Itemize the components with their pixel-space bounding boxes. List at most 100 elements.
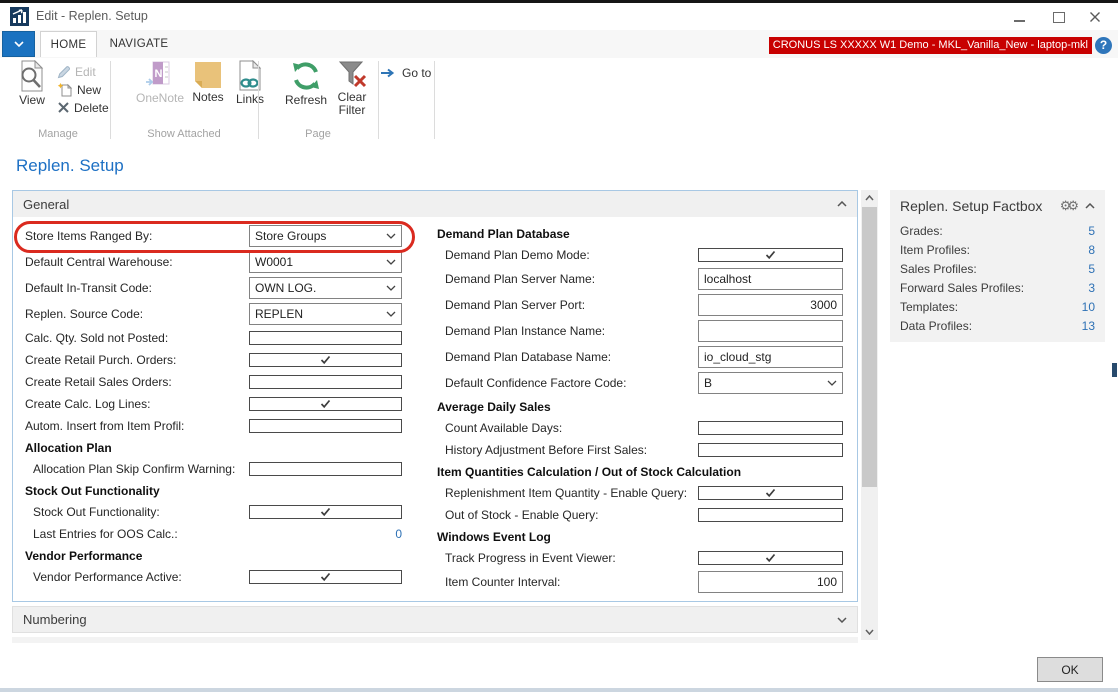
checkbox-track-progress-in-event-viewer[interactable] bbox=[698, 551, 843, 565]
field-row-allocation-plan-skip-confirm-warning: Allocation Plan Skip Confirm Warning: bbox=[25, 458, 417, 480]
delete-button[interactable]: Delete bbox=[57, 99, 109, 116]
notes-button[interactable]: Notes bbox=[188, 60, 228, 104]
scrollbar-thumb[interactable] bbox=[862, 207, 877, 487]
textbox-demand-plan-server-name[interactable]: localhost bbox=[698, 268, 843, 290]
delete-button-label: Delete bbox=[74, 101, 109, 115]
field-row-default-in-transit-code: Default In-Transit Code: OWN LOG. bbox=[25, 275, 417, 301]
links-button-label: Links bbox=[236, 93, 264, 106]
links-button[interactable]: Links bbox=[232, 60, 268, 106]
help-button[interactable]: ? bbox=[1095, 37, 1112, 54]
dropdown-default-confidence-factore-code[interactable]: B bbox=[698, 372, 843, 394]
scrollbar-up-arrow[interactable] bbox=[861, 190, 878, 206]
checkbox-vendor-performance-active[interactable] bbox=[249, 570, 402, 584]
general-right-column: Demand Plan DatabaseDemand Plan Demo Mod… bbox=[437, 223, 845, 595]
checkbox-replenishment-item-quantity-enable-query[interactable] bbox=[698, 486, 843, 500]
field-label-allocation-plan-skip-confirm-warning: Allocation Plan Skip Confirm Warning: bbox=[25, 462, 235, 476]
tab-navigate[interactable]: NAVIGATE bbox=[100, 31, 178, 57]
dropdown-replen-source-code[interactable]: REPLEN bbox=[249, 303, 402, 325]
field-label-default-in-transit-code: Default In-Transit Code: bbox=[25, 281, 152, 295]
general-section-header[interactable]: General bbox=[13, 191, 857, 217]
ribbon-separator bbox=[378, 61, 379, 139]
checkbox-stock-out-functionality[interactable] bbox=[249, 505, 402, 519]
checkbox-calc-qty-sold-not-posted[interactable] bbox=[249, 331, 402, 345]
clear-filter-button[interactable]: Clear Filter bbox=[330, 60, 374, 117]
factbox-value-item-profiles[interactable]: 8 bbox=[1088, 243, 1095, 257]
checkmark-icon bbox=[320, 572, 331, 582]
edit-button[interactable]: Edit bbox=[57, 63, 96, 80]
checkbox-count-available-days[interactable] bbox=[698, 421, 843, 435]
field-row-demand-plan-database: Demand Plan Database bbox=[437, 223, 845, 244]
dropdown-default-in-transit-code[interactable]: OWN LOG. bbox=[249, 277, 402, 299]
maximize-button[interactable] bbox=[1044, 5, 1074, 29]
close-button[interactable] bbox=[1080, 5, 1110, 29]
value-link-last-entries-for-oos-calc[interactable]: 0 bbox=[249, 527, 402, 541]
minimize-button[interactable] bbox=[1004, 5, 1034, 29]
chevron-down-icon bbox=[14, 41, 24, 47]
field-label-create-calc-log-lines: Create Calc. Log Lines: bbox=[25, 397, 150, 411]
field-row-demand-plan-demo-mode: Demand Plan Demo Mode: bbox=[437, 244, 845, 266]
onenote-button[interactable]: N OneNote bbox=[134, 60, 186, 105]
field-row-count-available-days: Count Available Days: bbox=[437, 417, 845, 439]
chevron-up-icon[interactable] bbox=[1085, 203, 1095, 209]
field-row-average-daily-sales: Average Daily Sales bbox=[437, 396, 845, 417]
scrollbar-down-arrow[interactable] bbox=[861, 624, 878, 640]
checkmark-icon bbox=[320, 507, 331, 517]
chevron-up-icon bbox=[837, 201, 847, 207]
field-label-item-counter-interval: Item Counter Interval: bbox=[437, 575, 560, 589]
group-header-item-quantities-calculation-out-of-stock-calculation: Item Quantities Calculation / Out of Sto… bbox=[437, 465, 741, 479]
view-button[interactable]: View bbox=[10, 60, 54, 107]
checkbox-create-retail-purch-orders[interactable] bbox=[249, 353, 402, 367]
ok-button[interactable]: OK bbox=[1037, 657, 1103, 682]
textbox-value: 3000 bbox=[810, 298, 837, 312]
field-label-vendor-performance-active: Vendor Performance Active: bbox=[25, 570, 182, 584]
field-label-replen-source-code: Replen. Source Code: bbox=[25, 307, 143, 321]
field-row-stock-out-functionality: Stock Out Functionality: bbox=[25, 501, 417, 523]
field-row-out-of-stock-enable-query: Out of Stock - Enable Query: bbox=[437, 504, 845, 526]
field-row-replen-source-code: Replen. Source Code: REPLEN bbox=[25, 301, 417, 327]
factbox-value-data-profiles[interactable]: 13 bbox=[1082, 319, 1095, 333]
maximize-icon bbox=[1053, 12, 1065, 23]
factbox-label-data-profiles: Data Profiles: bbox=[900, 319, 1082, 333]
refresh-button[interactable]: Refresh bbox=[284, 60, 328, 107]
factbox-rows: Grades:5Item Profiles:8Sales Profiles:5F… bbox=[890, 221, 1105, 335]
checkbox-create-calc-log-lines[interactable] bbox=[249, 397, 402, 411]
field-label-calc-qty-sold-not-posted: Calc. Qty. Sold not Posted: bbox=[25, 331, 168, 345]
factbox-row-forward-sales-profiles: Forward Sales Profiles:3 bbox=[890, 278, 1105, 297]
factbox-value-templates[interactable]: 10 bbox=[1082, 300, 1095, 314]
window-bottom-border bbox=[0, 688, 1118, 692]
field-row-create-calc-log-lines: Create Calc. Log Lines: bbox=[25, 393, 417, 415]
gears-icon[interactable]: ⚙⚙ bbox=[1060, 198, 1075, 214]
checkbox-demand-plan-demo-mode[interactable] bbox=[698, 248, 843, 262]
onenote-icon: N bbox=[145, 60, 175, 90]
dropdown-default-central-warehouse[interactable]: W0001 bbox=[249, 251, 402, 273]
context-badge: CRONUS LS XXXXX W1 Demo - MKL_Vanilla_Ne… bbox=[769, 37, 1092, 54]
checkmark-icon bbox=[765, 250, 776, 260]
textbox-demand-plan-database-name[interactable]: io_cloud_stg bbox=[698, 346, 843, 368]
textbox-demand-plan-instance-name[interactable] bbox=[698, 320, 843, 342]
numbering-section-header[interactable]: Numbering bbox=[12, 606, 858, 633]
numbering-section-title: Numbering bbox=[23, 612, 837, 627]
tab-home[interactable]: HOME bbox=[40, 31, 97, 57]
checkbox-autom-insert-from-item-profil[interactable] bbox=[249, 419, 402, 433]
checkbox-create-retail-sales-orders[interactable] bbox=[249, 375, 402, 389]
factbox-value-sales-profiles[interactable]: 5 bbox=[1088, 262, 1095, 276]
checkbox-history-adjustment-before-first-sales[interactable] bbox=[698, 443, 843, 457]
dropdown-store-items-ranged-by[interactable]: Store Groups bbox=[249, 225, 402, 247]
goto-button[interactable]: Go to bbox=[380, 66, 431, 80]
factbox-row-sales-profiles: Sales Profiles:5 bbox=[890, 259, 1105, 278]
textbox-item-counter-interval[interactable]: 100 bbox=[698, 571, 843, 593]
checkbox-out-of-stock-enable-query[interactable] bbox=[698, 508, 843, 522]
right-edge-scroll-thumb[interactable] bbox=[1112, 363, 1117, 377]
dropdown-value: Store Groups bbox=[250, 229, 386, 243]
checkbox-allocation-plan-skip-confirm-warning[interactable] bbox=[249, 462, 402, 476]
field-label-replenishment-item-quantity-enable-query: Replenishment Item Quantity - Enable Que… bbox=[437, 486, 687, 500]
application-menu-button[interactable] bbox=[2, 31, 35, 57]
factbox-value-forward-sales-profiles[interactable]: 3 bbox=[1088, 281, 1095, 295]
new-button[interactable]: New bbox=[57, 81, 101, 98]
factbox-value-grades[interactable]: 5 bbox=[1088, 224, 1095, 238]
ribbon-tab-row: HOME NAVIGATE CRONUS LS XXXXX W1 Demo - … bbox=[0, 30, 1118, 58]
view-icon bbox=[17, 60, 47, 92]
vertical-scrollbar[interactable] bbox=[861, 190, 878, 640]
textbox-demand-plan-server-port[interactable]: 3000 bbox=[698, 294, 843, 316]
edit-pencil-icon bbox=[57, 65, 71, 79]
